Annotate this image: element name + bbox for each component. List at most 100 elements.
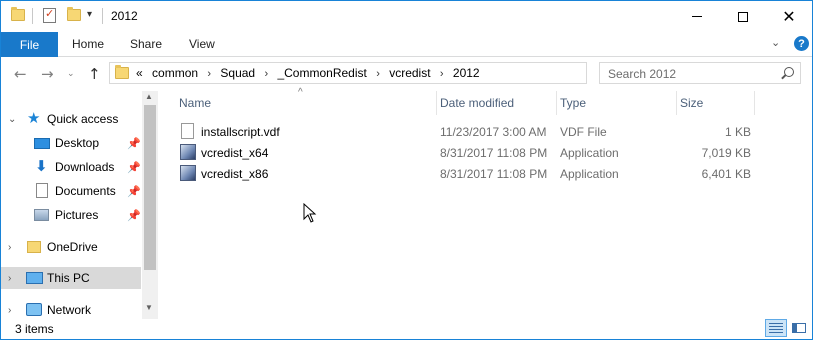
file-name: vcredist_x86 bbox=[201, 167, 269, 181]
chevron-down-icon[interactable]: ⌄ bbox=[8, 114, 16, 125]
file-row[interactable]: vcredist_x64 8/31/2017 11:08 PM Applicat… bbox=[175, 142, 755, 163]
divider bbox=[32, 8, 33, 24]
file-date-modified: 8/31/2017 11:08 PM bbox=[440, 146, 548, 160]
breadcrumb-overflow[interactable]: « bbox=[136, 66, 143, 80]
address-bar[interactable]: « common › Squad › _CommonRedist › vcred… bbox=[109, 62, 690, 84]
breadcrumb-squad[interactable]: Squad bbox=[220, 66, 255, 80]
help-icon[interactable]: ? bbox=[794, 36, 809, 51]
scroll-up-icon[interactable]: ▲ bbox=[145, 92, 153, 101]
column-header-label: Size bbox=[680, 96, 704, 110]
nav-item-label: Downloads bbox=[55, 160, 115, 174]
scrollbar-thumb[interactable] bbox=[144, 105, 156, 270]
column-header-date-modified[interactable]: Date modified bbox=[436, 91, 556, 115]
details-view-button[interactable] bbox=[765, 319, 787, 337]
breadcrumb-vcredist[interactable]: vcredist bbox=[389, 66, 430, 80]
quick-access-toolbar-dropdown-icon[interactable]: ▾ bbox=[87, 9, 92, 20]
ribbon-tabs: File Home Share View ⌄ ? bbox=[1, 32, 812, 57]
star-icon: ★ bbox=[27, 110, 41, 127]
maximize-button[interactable] bbox=[720, 1, 766, 32]
breadcrumb: « common › Squad › _CommonRedist › vcred… bbox=[136, 66, 486, 80]
up-button[interactable]: ↑ bbox=[88, 65, 101, 83]
nav-item-pictures[interactable]: Pictures 📌 bbox=[1, 204, 141, 226]
tab-home[interactable]: Home bbox=[72, 37, 104, 51]
documents-icon bbox=[36, 183, 48, 198]
nav-item-documents[interactable]: Documents 📌 bbox=[1, 180, 141, 202]
nav-item-desktop[interactable]: Desktop 📌 bbox=[1, 132, 141, 154]
large-icons-view-button[interactable] bbox=[788, 319, 810, 337]
breadcrumb-commonredist[interactable]: _CommonRedist bbox=[277, 66, 366, 80]
column-header-label: Type bbox=[560, 96, 587, 110]
folder-icon bbox=[11, 7, 25, 21]
minimize-button[interactable] bbox=[674, 1, 720, 32]
chevron-right-icon[interactable]: › bbox=[264, 68, 268, 80]
address-row: ← → ⌄ ↑ « common › Squad › _CommonRedist… bbox=[1, 57, 812, 91]
pictures-icon bbox=[34, 209, 49, 221]
scroll-down-icon[interactable]: ▼ bbox=[145, 303, 153, 312]
nav-item-label: This PC bbox=[47, 271, 90, 285]
pin-icon: 📌 bbox=[127, 209, 141, 222]
search-input[interactable]: Search 2012 bbox=[608, 67, 676, 81]
chevron-right-icon[interactable]: › bbox=[440, 68, 444, 80]
column-header-size[interactable]: Size bbox=[676, 91, 754, 115]
pin-icon: 📌 bbox=[127, 185, 141, 198]
properties-icon[interactable] bbox=[43, 7, 56, 23]
installer-icon bbox=[180, 165, 196, 181]
column-header-name[interactable]: Name ^ bbox=[158, 87, 436, 115]
file-name: vcredist_x64 bbox=[201, 146, 269, 160]
nav-item-this-pc[interactable]: › This PC bbox=[1, 267, 141, 289]
window-title: 2012 bbox=[111, 9, 138, 23]
explorer-window: ▾ 2012 ✕ File Home Share View ⌄ ? ← → ⌄ … bbox=[0, 0, 813, 340]
nav-item-label: Documents bbox=[55, 184, 116, 198]
column-header-label: Name bbox=[179, 96, 212, 110]
chevron-right-icon[interactable]: › bbox=[376, 68, 380, 80]
nav-item-label: Network bbox=[47, 303, 92, 317]
breadcrumb-2012[interactable]: 2012 bbox=[453, 66, 480, 80]
breadcrumb-common[interactable]: common bbox=[152, 66, 198, 80]
file-size: 1 KB bbox=[724, 125, 751, 139]
chevron-right-icon[interactable]: › bbox=[8, 242, 11, 253]
column-divider[interactable] bbox=[754, 91, 755, 115]
recent-locations-chevron-icon[interactable]: ⌄ bbox=[67, 69, 75, 79]
nav-item-network[interactable]: › Network bbox=[1, 299, 141, 321]
navigation-pane: ⌄ ★ Quick access Desktop 📌 ⬇ Downloads 📌… bbox=[1, 91, 158, 319]
file-icon bbox=[181, 123, 194, 139]
file-type: Application bbox=[560, 167, 619, 181]
file-size: 6,401 KB bbox=[701, 167, 751, 181]
chevron-right-icon[interactable]: › bbox=[8, 273, 11, 284]
file-row[interactable]: vcredist_x86 8/31/2017 11:08 PM Applicat… bbox=[175, 163, 755, 184]
pin-icon: 📌 bbox=[127, 137, 141, 150]
tab-file[interactable]: File bbox=[1, 32, 58, 57]
new-folder-icon[interactable] bbox=[67, 7, 81, 21]
search-icon[interactable] bbox=[784, 67, 794, 77]
divider bbox=[102, 8, 103, 24]
nav-item-label: OneDrive bbox=[47, 240, 98, 254]
expand-ribbon-chevron-icon[interactable]: ⌄ bbox=[771, 36, 780, 49]
maximize-icon bbox=[738, 11, 748, 22]
column-header-type[interactable]: Type bbox=[556, 91, 676, 115]
close-button[interactable]: ✕ bbox=[766, 1, 812, 32]
navigation-pane-scrollbar[interactable]: ▲ ▼ bbox=[142, 91, 158, 319]
folder-icon bbox=[115, 65, 129, 79]
mouse-pointer-icon bbox=[303, 203, 317, 223]
chevron-right-icon[interactable]: › bbox=[207, 68, 211, 80]
column-header-label: Date modified bbox=[440, 96, 515, 110]
file-date-modified: 8/31/2017 11:08 PM bbox=[440, 167, 548, 181]
nav-item-quick-access[interactable]: ⌄ ★ Quick access bbox=[1, 108, 141, 130]
file-date-modified: 11/23/2017 3:00 AM bbox=[440, 125, 547, 139]
file-size: 7,019 KB bbox=[701, 146, 751, 160]
minimize-icon bbox=[692, 16, 702, 17]
forward-button[interactable]: → bbox=[41, 65, 54, 83]
back-button[interactable]: ← bbox=[14, 65, 27, 83]
downloads-icon: ⬇ bbox=[35, 158, 48, 175]
tab-view[interactable]: View bbox=[189, 37, 215, 51]
file-row[interactable]: installscript.vdf 11/23/2017 3:00 AM VDF… bbox=[175, 121, 755, 142]
network-icon bbox=[26, 303, 42, 316]
pin-icon: 📌 bbox=[127, 161, 141, 174]
tab-share[interactable]: Share bbox=[130, 37, 162, 51]
nav-item-onedrive[interactable]: › OneDrive bbox=[1, 236, 141, 258]
chevron-right-icon[interactable]: › bbox=[8, 305, 11, 316]
nav-item-downloads[interactable]: ⬇ Downloads 📌 bbox=[1, 156, 141, 178]
search-box[interactable]: Search 2012 bbox=[599, 62, 801, 84]
installer-icon bbox=[180, 144, 196, 160]
file-type: Application bbox=[560, 146, 619, 160]
